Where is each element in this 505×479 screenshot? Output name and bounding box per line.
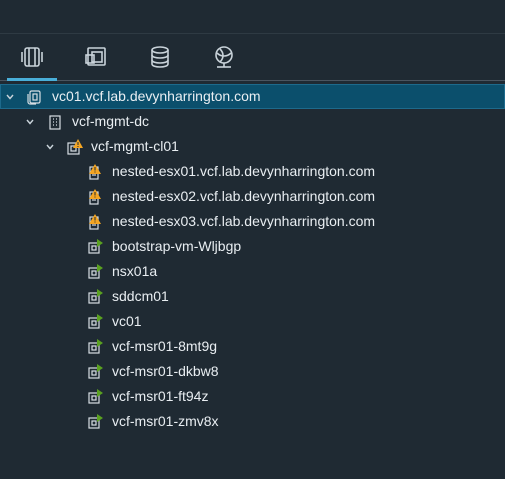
storage-icon [147, 44, 173, 70]
inventory-panel: vc01.vcf.lab.devynharrington.com vcf-mgm… [0, 0, 505, 479]
vms-templates-icon [83, 44, 109, 70]
vcenter-icon [25, 88, 43, 106]
host-warning-icon [86, 213, 104, 231]
tree-node-vm[interactable]: vc01 [0, 309, 505, 334]
chevron-down-icon[interactable] [4, 91, 16, 103]
host-warning-icon [86, 188, 104, 206]
tree-node-label: vcf-mgmt-dc [72, 113, 149, 129]
tree-node-label: bootstrap-vm-Wljbgp [112, 238, 242, 254]
tree-node-label: vc01.vcf.lab.devynharrington.com [52, 88, 261, 104]
cluster-warning-icon [66, 138, 84, 156]
vm-powered-on-icon [86, 388, 104, 406]
datacenter-icon [46, 113, 64, 131]
chevron-down-icon[interactable] [24, 116, 36, 128]
tree-node-cluster[interactable]: vcf-mgmt-cl01 [0, 134, 505, 159]
tree-node-host[interactable]: nested-esx02.vcf.lab.devynharrington.com [0, 184, 505, 209]
tree-node-datacenter[interactable]: vcf-mgmt-dc [0, 109, 505, 134]
tree-node-label: vc01 [112, 313, 142, 329]
tree-node-vm[interactable]: vcf-msr01-dkbw8 [0, 359, 505, 384]
tree-node-label: nested-esx01.vcf.lab.devynharrington.com [112, 163, 376, 179]
tree-node-vm[interactable]: vcf-msr01-zmv8x [0, 409, 505, 434]
host-warning-icon [86, 163, 104, 181]
tree-node-vm[interactable]: vcf-msr01-ft94z [0, 384, 505, 409]
tree-node-label: vcf-msr01-zmv8x [112, 413, 219, 429]
panel-header-strip [0, 0, 505, 34]
tree-node-label: vcf-msr01-ft94z [112, 388, 209, 404]
inventory-tree: vc01.vcf.lab.devynharrington.com vcf-mgm… [0, 84, 505, 434]
vm-powered-on-icon [86, 313, 104, 331]
tab-hosts-clusters[interactable] [0, 34, 64, 81]
tree-node-vm[interactable]: sddcm01 [0, 284, 505, 309]
tree-node-vcenter[interactable]: vc01.vcf.lab.devynharrington.com [0, 84, 505, 109]
tree-node-host[interactable]: nested-esx01.vcf.lab.devynharrington.com [0, 159, 505, 184]
tree-node-vm[interactable]: vcf-msr01-8mt9g [0, 334, 505, 359]
vm-powered-on-icon [86, 238, 104, 256]
chevron-down-icon[interactable] [44, 141, 56, 153]
tree-node-label: vcf-mgmt-cl01 [91, 138, 179, 154]
tree-node-label: nested-esx03.vcf.lab.devynharrington.com [112, 213, 376, 229]
tab-storage[interactable] [128, 34, 192, 80]
tree-node-host[interactable]: nested-esx03.vcf.lab.devynharrington.com [0, 209, 505, 234]
tree-node-vm[interactable]: bootstrap-vm-Wljbgp [0, 234, 505, 259]
inventory-view-tabs [0, 34, 505, 81]
networking-icon [211, 44, 237, 70]
tab-vms-templates[interactable] [64, 34, 128, 80]
tree-node-label: nsx01a [112, 263, 158, 279]
tree-node-label: sddcm01 [112, 288, 169, 304]
vm-powered-on-icon [86, 363, 104, 381]
tree-node-vm[interactable]: nsx01a [0, 259, 505, 284]
tree-node-label: vcf-msr01-8mt9g [112, 338, 218, 354]
tree-node-label: nested-esx02.vcf.lab.devynharrington.com [112, 188, 376, 204]
vm-powered-on-icon [86, 263, 104, 281]
tab-networking[interactable] [192, 34, 256, 80]
hosts-clusters-icon [19, 44, 45, 70]
vm-powered-on-icon [86, 413, 104, 431]
tree-node-label: vcf-msr01-dkbw8 [112, 363, 219, 379]
vm-powered-on-icon [86, 338, 104, 356]
vm-powered-on-icon [86, 288, 104, 306]
